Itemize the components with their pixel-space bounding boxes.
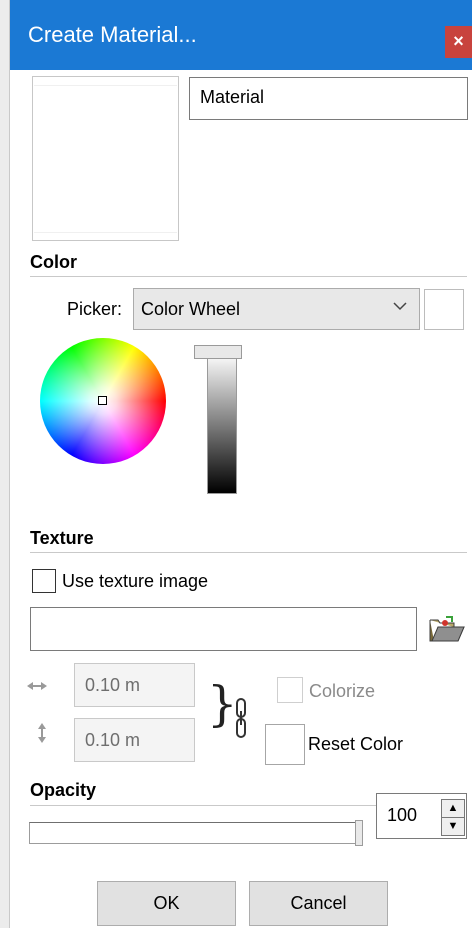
opacity-section-title: Opacity (30, 780, 97, 800)
picker-select-value: Color Wheel (141, 299, 241, 319)
material-preview (32, 76, 179, 241)
picker-select[interactable]: Color Wheel (133, 288, 420, 330)
spin-down-button[interactable]: ▼ (441, 817, 465, 836)
close-button[interactable]: × (445, 26, 472, 58)
reset-color-label[interactable]: Reset Color (308, 734, 403, 755)
folder-open-icon[interactable] (428, 614, 466, 644)
dialog-title: Create Material... (28, 22, 197, 47)
colorize-label: Colorize (309, 681, 376, 701)
brightness-slider-handle[interactable] (194, 345, 242, 359)
picker-label: Picker: (67, 299, 123, 319)
texture-divider (30, 552, 467, 553)
width-arrow-icon (27, 678, 47, 696)
height-arrow-icon (37, 723, 47, 748)
brightness-slider[interactable] (207, 352, 237, 494)
cancel-button[interactable]: Cancel (249, 881, 388, 926)
chevron-down-icon[interactable] (392, 299, 408, 315)
material-name-input[interactable]: Material (189, 77, 468, 120)
opacity-slider-thumb[interactable] (355, 820, 363, 846)
opacity-slider[interactable] (29, 822, 362, 844)
use-texture-checkbox[interactable] (32, 569, 56, 593)
texture-section-title: Texture (30, 528, 94, 548)
ok-button[interactable]: OK (97, 881, 236, 926)
material-preview-swatch (34, 85, 177, 233)
color-wheel-marker[interactable] (98, 396, 107, 405)
use-texture-label[interactable]: Use texture image (62, 571, 208, 592)
opacity-value[interactable]: 100 (387, 805, 417, 826)
texture-height-input[interactable]: 0.10 m (74, 718, 195, 762)
reset-color-swatch-button[interactable] (265, 724, 305, 765)
texture-path-input[interactable] (30, 607, 417, 651)
chain-link-icon[interactable] (233, 697, 249, 739)
window-left-edge (0, 0, 10, 928)
spin-up-button[interactable]: ▲ (441, 799, 465, 818)
color-section-title: Color (30, 252, 77, 272)
selected-color-swatch[interactable] (424, 289, 464, 330)
texture-width-input[interactable]: 0.10 m (74, 663, 195, 707)
color-divider (30, 276, 467, 277)
colorize-checkbox[interactable] (277, 677, 303, 703)
